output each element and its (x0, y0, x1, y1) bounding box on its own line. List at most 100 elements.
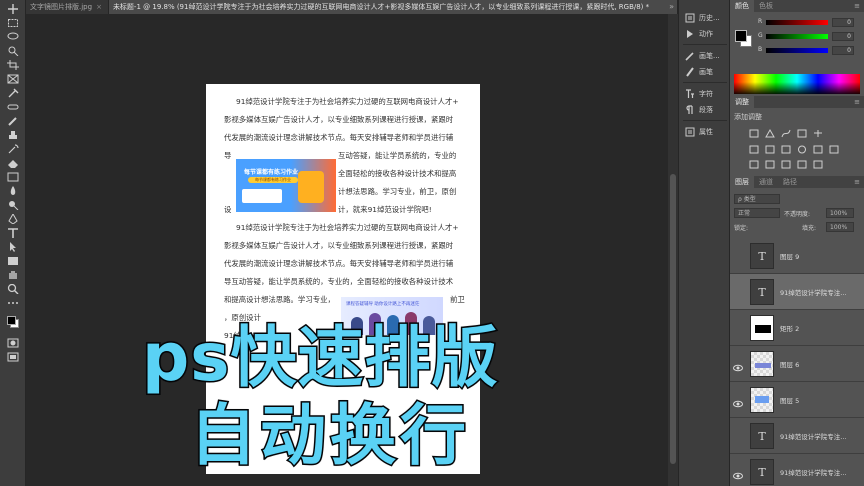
history-brush-tool-icon[interactable] (7, 144, 19, 154)
dock-label: 动作 (699, 30, 713, 38)
path-selection-tool-icon[interactable] (7, 242, 19, 252)
tab-paths[interactable]: 路径 (778, 176, 802, 188)
layer-name[interactable]: 图层 5 (780, 395, 860, 405)
tab-overflow-icon[interactable]: » (669, 0, 674, 14)
layer-row[interactable]: 矩形 2 (730, 310, 864, 346)
layer-row[interactable]: T 91绰范设计学院专注... (730, 274, 864, 310)
eye-icon[interactable] (733, 358, 743, 372)
dodge-tool-icon[interactable] (7, 200, 19, 210)
slider-value[interactable]: 0 (832, 32, 854, 41)
visibility-toggle[interactable] (733, 430, 743, 440)
slider-track[interactable] (766, 34, 828, 39)
dock-item-history[interactable]: 历史... (685, 12, 720, 24)
document-text-line: 影视多媒体互娱广告设计人才，以专业细致系列课程进行授课，紧跟时 (224, 115, 454, 124)
lasso-tool-icon[interactable] (7, 32, 19, 42)
slider-green[interactable]: G 0 (758, 32, 858, 42)
zoom-tool-icon[interactable] (7, 284, 19, 294)
curves-icon (781, 129, 791, 138)
layer-name[interactable]: 矩形 2 (780, 323, 860, 333)
rectangle-tool-icon[interactable] (7, 256, 19, 266)
color-spectrum-ramp[interactable] (734, 74, 860, 94)
move-tool-icon[interactable] (7, 4, 19, 14)
layer-name[interactable]: 91绰范设计学院专注... (780, 287, 860, 297)
tab-layers[interactable]: 图层 (730, 176, 754, 188)
gradient-tool-icon[interactable] (7, 172, 19, 182)
brush-tool-icon[interactable] (7, 116, 19, 126)
marquee-tool-icon[interactable] (7, 18, 19, 28)
clone-stamp-tool-icon[interactable] (7, 130, 19, 140)
layer-row[interactable]: 图层 6 (730, 346, 864, 382)
blend-mode-select[interactable]: 正常 (734, 208, 780, 218)
slider-value[interactable]: 0 (832, 46, 854, 55)
panel-menu-icon[interactable]: ≡ (854, 96, 860, 108)
hand-tool-icon[interactable] (7, 270, 19, 280)
scroll-thumb[interactable] (670, 174, 676, 464)
slider-track[interactable] (766, 48, 828, 53)
eye-icon[interactable] (733, 394, 743, 408)
layer-name[interactable]: 图层 9 (780, 251, 860, 261)
document-text-line: 设 (224, 205, 232, 214)
quick-mask-icon[interactable] (7, 338, 19, 348)
visibility-toggle[interactable] (733, 250, 743, 260)
panel-menu-icon[interactable]: ≡ (854, 0, 860, 12)
posterize-icon (765, 160, 775, 169)
close-icon[interactable]: × (96, 3, 102, 11)
document-text-line: 影视多媒体互娱广告设计人才，以专业细致系列课程进行授课，紧跟时 (224, 241, 454, 250)
dock-item-character[interactable]: 字符 (685, 88, 713, 100)
layer-name[interactable]: 91绰范设计学院专注... (780, 431, 860, 441)
add-adjustment-label: 添加调整 (734, 113, 762, 121)
layer-row[interactable]: T 91绰范设计学院专注... (730, 418, 864, 454)
document-tab-untitled[interactable]: 未标题-1 @ 19.8% (91绰范设计学院专注于为社会培养实力过硬的互联网电… (108, 0, 678, 14)
dock-item-brush-settings[interactable]: 画笔... (685, 50, 720, 62)
tab-color[interactable]: 颜色 (730, 0, 754, 12)
eraser-tool-icon[interactable] (7, 158, 19, 168)
layer-name[interactable]: 91绰范设计学院专注... (780, 467, 860, 477)
screen-mode-icon[interactable] (7, 352, 19, 362)
dock-item-brushes[interactable]: 画笔 (685, 66, 713, 78)
quick-select-tool-icon[interactable] (7, 46, 19, 56)
panel-menu-icon[interactable]: ≡ (854, 176, 860, 188)
pen-tool-icon[interactable] (7, 214, 19, 224)
dock-item-properties[interactable]: 属性 (685, 126, 713, 138)
dock-item-actions[interactable]: 动作 (685, 28, 713, 40)
layer-row[interactable]: T 91绰范设计学院专注... (730, 454, 864, 486)
dock-label: 字符 (699, 90, 713, 98)
layer-name[interactable]: 图层 6 (780, 359, 860, 369)
trophy-icon (298, 171, 324, 203)
layer-filter-select[interactable]: ρ 类型 (734, 194, 780, 204)
slider-blue[interactable]: B 0 (758, 46, 858, 56)
visibility-toggle[interactable] (733, 322, 743, 332)
document-tab-image[interactable]: 文字镜图片排版.jpg × (26, 0, 109, 14)
opacity-input[interactable]: 100% (826, 208, 854, 218)
frame-tool-icon[interactable] (7, 74, 19, 84)
visibility-toggle[interactable] (733, 286, 743, 296)
slider-value[interactable]: 0 (832, 18, 854, 27)
blur-tool-icon[interactable] (7, 186, 19, 196)
type-tool-icon[interactable] (7, 228, 19, 238)
slider-label: R (758, 18, 763, 25)
tab-adjustments[interactable]: 调整 (730, 96, 754, 108)
layer-row[interactable]: T 图层 9 (730, 238, 864, 274)
eye-icon[interactable] (733, 466, 743, 480)
adjustment-icons[interactable] (748, 128, 844, 172)
tab-channels[interactable]: 通道 (754, 176, 778, 188)
brush-settings-icon (685, 51, 695, 61)
canvas-vertical-scrollbar[interactable] (668, 14, 678, 486)
foreground-color-swatch[interactable] (735, 30, 747, 42)
foreground-background-swatch[interactable] (7, 316, 21, 330)
tab-label: 文字镜图片排版.jpg (30, 3, 93, 11)
slider-red[interactable]: R 0 (758, 18, 858, 28)
eyedropper-tool-icon[interactable] (7, 88, 19, 98)
fill-input[interactable]: 100% (826, 222, 854, 232)
dock-divider (683, 82, 727, 83)
document-text-line: 互动答疑，能让学员系统的，专业的 (338, 151, 457, 160)
dock-item-paragraph[interactable]: 段落 (685, 104, 713, 116)
layer-row[interactable]: 图层 5 (730, 382, 864, 418)
hue-saturation-icon (749, 145, 759, 154)
crop-tool-icon[interactable] (7, 60, 19, 70)
healing-brush-tool-icon[interactable] (7, 102, 19, 112)
slider-track[interactable] (766, 20, 828, 25)
more-tools-icon[interactable] (7, 298, 19, 308)
tab-swatches[interactable]: 色板 (754, 0, 778, 12)
properties-icon (685, 127, 695, 137)
